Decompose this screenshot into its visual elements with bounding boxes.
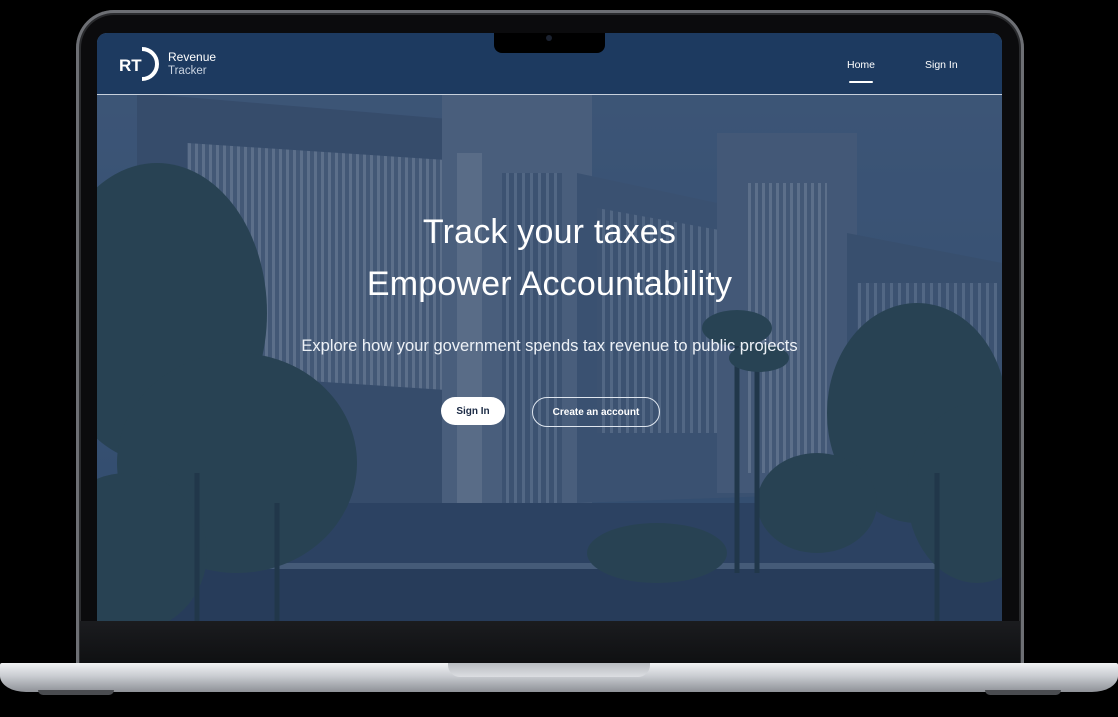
hero-title-line1: Track your taxes — [422, 213, 677, 251]
create-account-button[interactable]: Create an account — [532, 397, 660, 427]
camera-icon — [546, 35, 552, 41]
nav-active-indicator — [849, 81, 873, 83]
brand-logo[interactable]: RT Revenue Tracker — [119, 45, 216, 83]
screen: RT Revenue Tracker Home Sign In Track yo… — [97, 33, 1002, 621]
laptop-foot-left — [38, 690, 114, 695]
camera-notch — [494, 33, 605, 53]
brand-name-line2: Tracker — [168, 65, 207, 77]
nav-home-link[interactable]: Home — [847, 59, 875, 71]
hero-overlay — [97, 33, 1002, 621]
hero-signin-button[interactable]: Sign In — [441, 397, 505, 425]
hero-title-line2: Empower Accountability — [366, 265, 733, 303]
svg-text:RT: RT — [119, 56, 142, 75]
laptop-foot-right — [985, 690, 1061, 695]
laptop-base-notch — [448, 663, 650, 677]
brand-name: Revenue Tracker — [168, 50, 216, 78]
hero-subtitle: Explore how your government spends tax r… — [301, 337, 798, 355]
rt-logo-icon: RT — [119, 47, 159, 81]
brand-name-line1: Revenue — [168, 50, 217, 64]
nav-signin-link[interactable]: Sign In — [925, 59, 958, 71]
laptop-chin — [80, 621, 1020, 663]
